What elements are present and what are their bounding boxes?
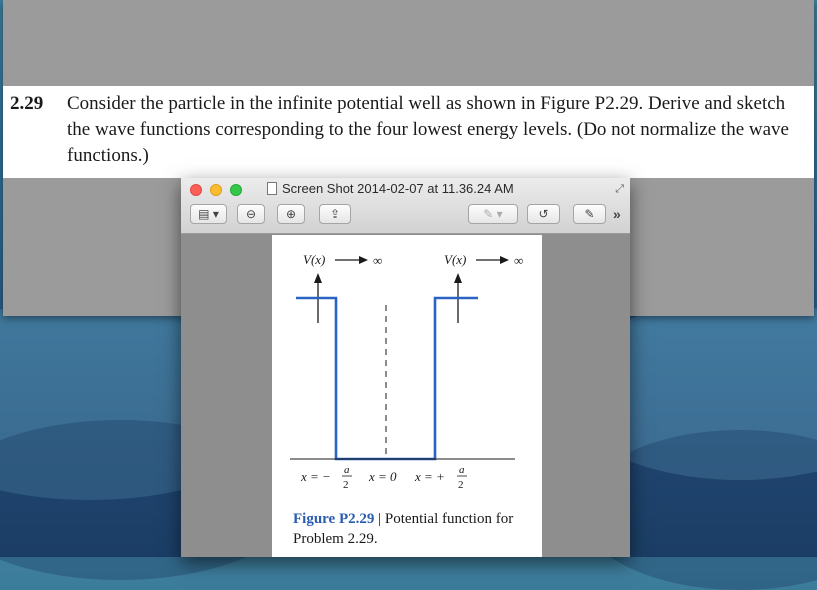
left-label-arrowhead xyxy=(359,256,368,264)
x-left-label: x = − xyxy=(300,469,331,484)
caption-separator: | xyxy=(374,511,385,527)
x-right-frac-num: a xyxy=(459,464,465,476)
problem-text: Consider the particle in the infinite po… xyxy=(67,93,789,166)
left-infinity-symbol: ∞ xyxy=(373,253,382,268)
right-up-arrowhead xyxy=(454,273,462,283)
left-potential-label: V(x) xyxy=(303,252,325,267)
annotate-pen-icon: ✎ ▾ xyxy=(483,207,503,221)
figure-caption: Figure P2.29 | Potential function for Pr… xyxy=(293,509,533,549)
more-chevron-icon[interactable]: » xyxy=(613,206,621,222)
edit-toolbar-icon: ✎ xyxy=(584,207,595,221)
rotate-icon: ↺ xyxy=(538,207,549,221)
right-label-arrowhead xyxy=(500,256,509,264)
rotate-button[interactable]: ↺ xyxy=(527,204,560,224)
document-page: V(x) ∞ V(x) ∞ x = − a 2 x = 0 x = + a 2 … xyxy=(272,235,542,557)
potential-well-curve xyxy=(296,296,478,461)
left-up-arrowhead xyxy=(314,273,322,283)
window-title: Screen Shot 2014-02-07 at 11.36.24 AM xyxy=(267,181,514,196)
potential-well-figure: V(x) ∞ V(x) ∞ x = − a 2 x = 0 x = + a 2 xyxy=(290,252,523,491)
window-title-text: Screen Shot 2014-02-07 at 11.36.24 AM xyxy=(282,181,514,196)
right-infinity-symbol: ∞ xyxy=(514,253,523,268)
zoom-button[interactable] xyxy=(230,184,242,196)
zoom-out-button[interactable]: ⊖ xyxy=(237,204,265,224)
zoom-in-icon: ⊕ xyxy=(285,207,297,221)
share-icon: ⇪ xyxy=(329,207,341,221)
annotate-button[interactable]: ✎ ▾ xyxy=(468,204,518,224)
right-potential-label: V(x) xyxy=(444,252,466,267)
x-left-frac-num: a xyxy=(344,464,350,476)
minimize-button[interactable] xyxy=(210,184,222,196)
caption-label: Figure P2.29 xyxy=(293,511,375,527)
x-center-label: x = 0 xyxy=(368,469,397,484)
x-right-label: x = + xyxy=(414,469,445,484)
sidebar-toggle-icon: ▤ ▾ xyxy=(198,207,219,221)
edit-toolbar-button[interactable]: ✎ xyxy=(573,204,606,224)
zoom-in-button[interactable]: ⊕ xyxy=(277,204,305,224)
sidebar-toggle-button[interactable]: ▤ ▾ xyxy=(190,204,227,224)
x-left-frac-den: 2 xyxy=(343,479,349,491)
problem-number: 2.29 xyxy=(10,93,44,114)
x-right-frac-den: 2 xyxy=(458,479,464,491)
share-button[interactable]: ⇪ xyxy=(319,204,351,224)
preview-window[interactable]: Screen Shot 2014-02-07 at 11.36.24 AM ⤢ … xyxy=(181,178,630,557)
problem-statement: 2.29 Consider the particle in the infini… xyxy=(3,86,814,178)
zoom-out-icon: ⊖ xyxy=(245,207,257,221)
title-bar[interactable]: Screen Shot 2014-02-07 at 11.36.24 AM ⤢ … xyxy=(181,178,630,234)
close-button[interactable] xyxy=(190,184,202,196)
fullscreen-icon[interactable]: ⤢ xyxy=(615,183,624,196)
document-icon xyxy=(267,182,277,195)
